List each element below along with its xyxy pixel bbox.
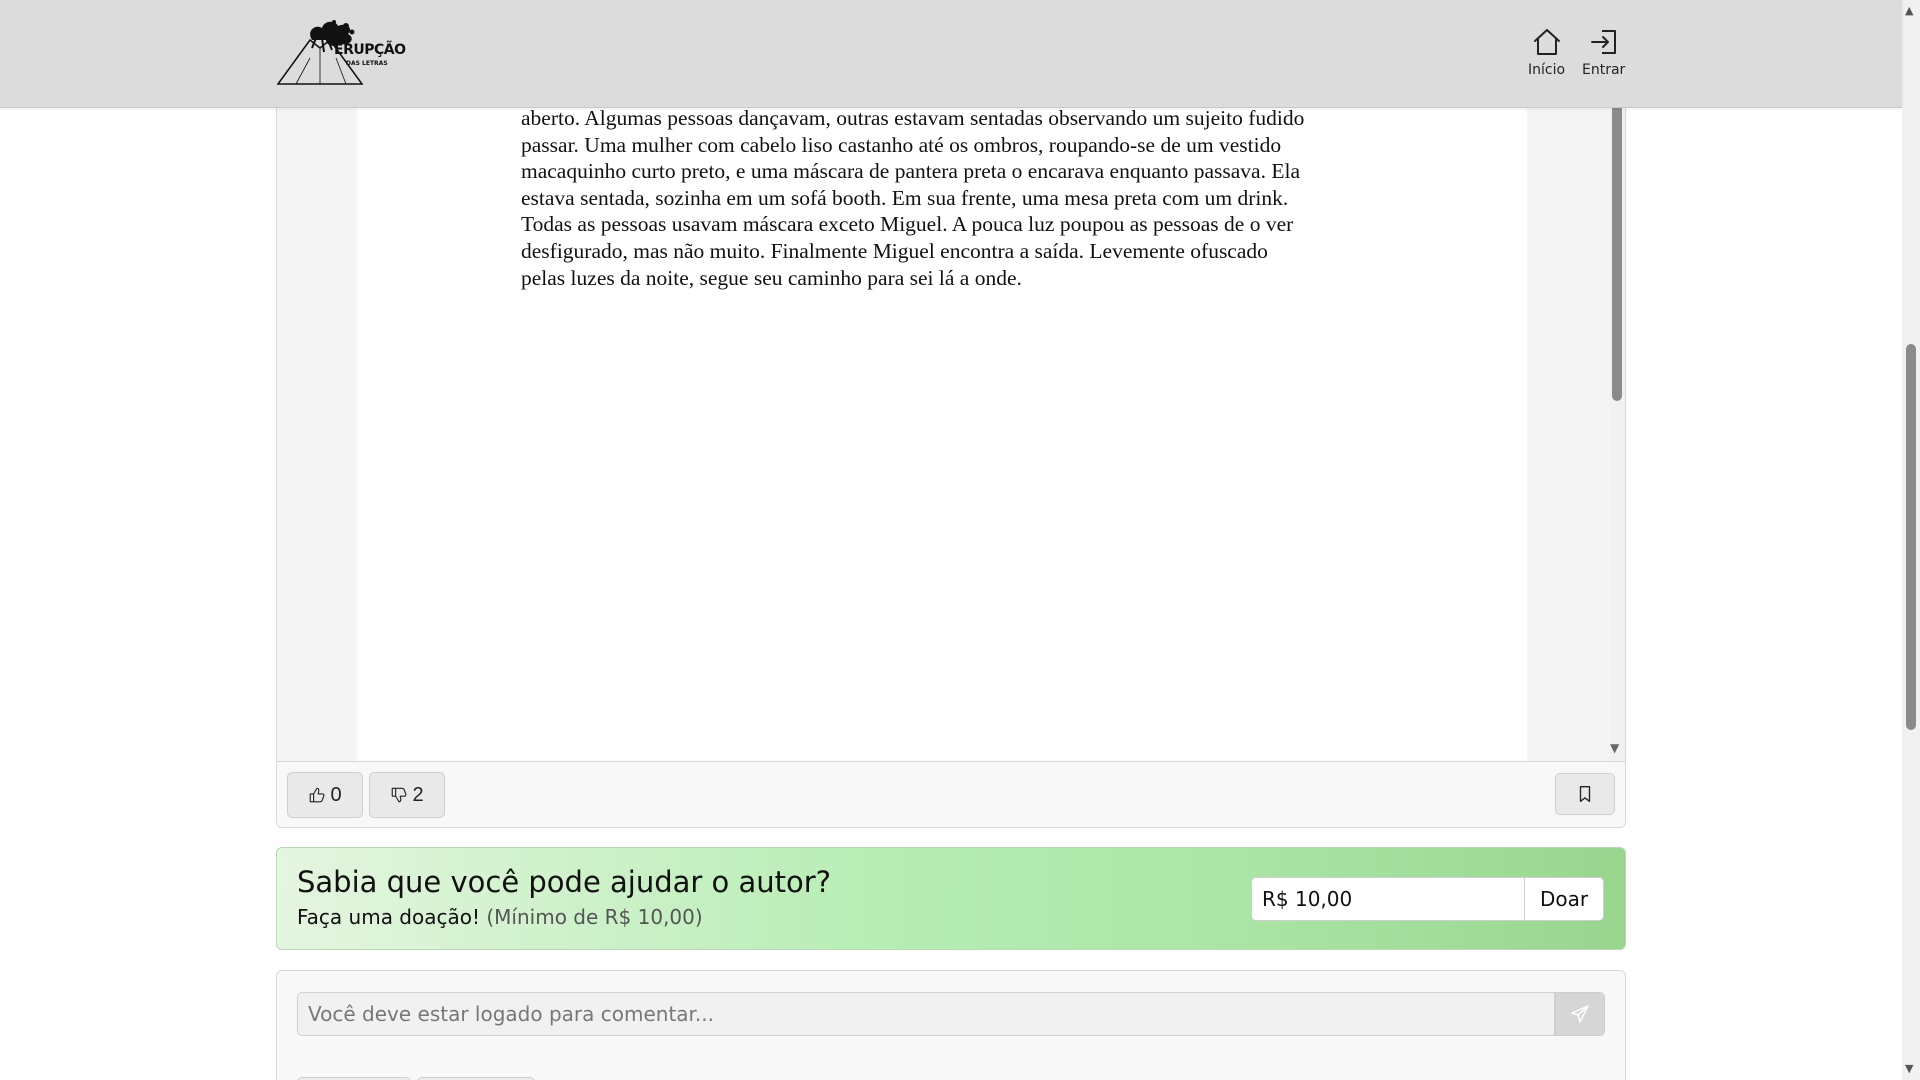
nav-login-label: Entrar xyxy=(1582,62,1626,78)
donation-minimum: (Mínimo de R$ 10,00) xyxy=(486,905,703,929)
document-line: Todas as pessoas usavam máscara exceto M… xyxy=(521,212,1294,237)
page-scrollbar-thumb[interactable] xyxy=(1906,344,1916,730)
document-line: macaquinho curto preto, e uma máscara de… xyxy=(521,159,1300,184)
document-line: aberto. Algumas pessoas dançavam, outras… xyxy=(521,106,1305,130)
viewer-scrollbar-thumb[interactable] xyxy=(1612,101,1622,401)
house-icon xyxy=(1533,29,1560,55)
site-logo[interactable]: ERUPÇÃO DAS LETRAS xyxy=(276,18,406,86)
pdf-viewport[interactable]: aberto. Algumas pessoas dançavam, outras… xyxy=(277,61,1625,761)
thumbs-up-icon xyxy=(310,787,325,803)
scroll-up-arrow-icon[interactable]: ▲ xyxy=(1905,4,1913,17)
document-line: estava sentada, sozinha em um sofá booth… xyxy=(521,185,1289,210)
logo-subtitle: DAS LETRAS xyxy=(346,60,388,67)
sign-in-icon xyxy=(1590,30,1616,54)
document-viewer: aberto. Algumas pessoas dançavam, outras… xyxy=(276,60,1626,828)
donation-banner: Sabia que você pode ajudar o autor? Faça… xyxy=(276,847,1626,950)
like-button[interactable]: 0 xyxy=(287,772,363,818)
dislike-button[interactable]: 2 xyxy=(369,772,445,818)
logo-title: ERUPÇÃO xyxy=(334,42,406,58)
bookmark-icon xyxy=(1579,786,1591,802)
document-line: desfigurado, mas não muito. Finalmente M… xyxy=(521,238,1268,263)
donate-button[interactable]: Doar xyxy=(1524,877,1604,921)
document-line: pelas luzes da noite, segue seu caminho … xyxy=(521,265,1022,290)
scroll-down-arrow-icon[interactable]: ▼ xyxy=(1905,1062,1913,1075)
thumbs-down-icon xyxy=(392,787,407,803)
scroll-down-arrow-icon[interactable]: ▼ xyxy=(1610,741,1619,755)
document-page: aberto. Algumas pessoas dançavam, outras… xyxy=(357,61,1527,761)
navbar: ERUPÇÃO DAS LETRAS Início Entrar xyxy=(0,0,1902,108)
document-line: passar. Uma mulher com cabelo liso casta… xyxy=(521,132,1282,157)
donation-title: Sabia que você pode ajudar o autor? xyxy=(297,865,832,899)
donation-amount-input[interactable] xyxy=(1251,877,1525,921)
send-comment-button[interactable] xyxy=(1555,992,1605,1036)
donation-subtitle: Faça uma doação! (Mínimo de R$ 10,00) xyxy=(297,905,703,929)
reaction-bar: 0 2 xyxy=(277,761,1625,827)
comment-section xyxy=(276,970,1626,1080)
like-count: 0 xyxy=(330,783,342,806)
comment-input[interactable] xyxy=(297,992,1555,1036)
nav-login[interactable]: Entrar xyxy=(1582,26,1625,78)
nav-home-label: Início xyxy=(1528,62,1566,78)
bookmark-button[interactable] xyxy=(1555,773,1615,815)
nav-home[interactable]: Início xyxy=(1528,26,1565,78)
send-icon xyxy=(1571,1005,1589,1023)
document-text: aberto. Algumas pessoas dançavam, outras… xyxy=(521,105,1381,291)
dislike-count: 2 xyxy=(412,783,424,806)
donation-call-to-action: Faça uma doação! xyxy=(297,905,480,929)
